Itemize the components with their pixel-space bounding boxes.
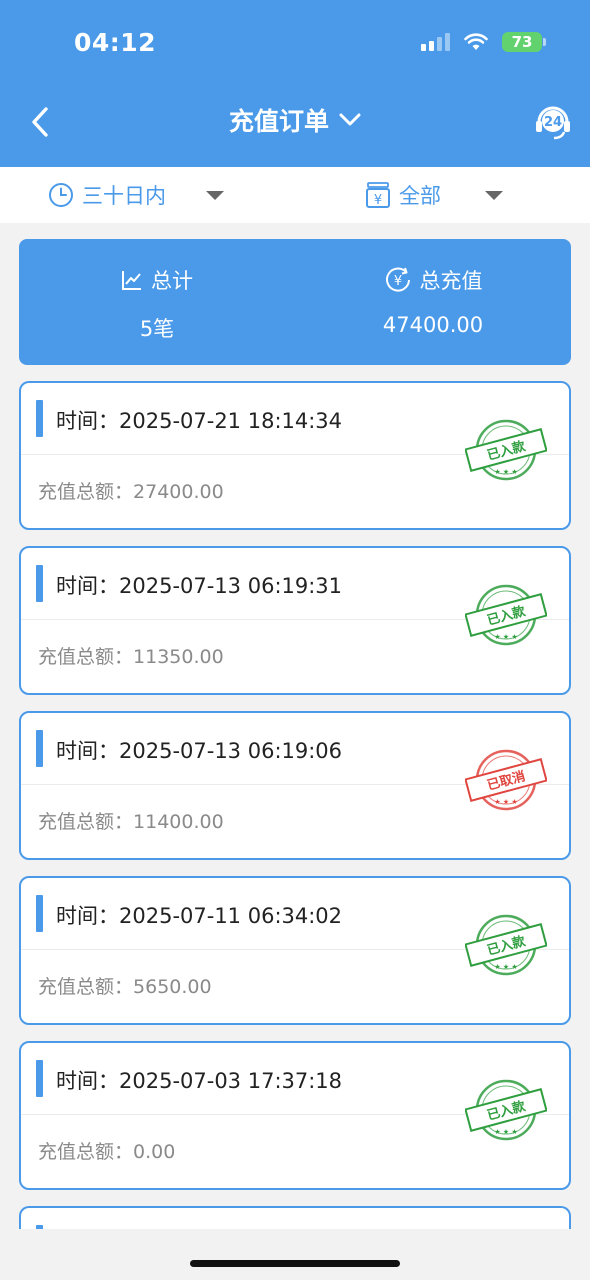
svg-text:★ ★ ★: ★ ★ ★ xyxy=(494,468,517,476)
summary-count: 总计 5笔 xyxy=(19,239,295,365)
type-filter[interactable]: ¥ 全部 xyxy=(365,167,503,223)
status-stamp: 已入款★ ★ ★ xyxy=(465,1079,547,1141)
order-time-row: 时间：2025-07-11 06:34:02 xyxy=(56,900,342,930)
svg-text:24: 24 xyxy=(544,115,562,130)
time-label: 时间： xyxy=(56,904,119,928)
chevron-down-icon xyxy=(339,113,361,126)
card-accent-bar xyxy=(36,565,43,602)
order-amount: 0.00 xyxy=(133,1141,176,1163)
headset-24-icon[interactable]: 24 xyxy=(532,100,574,142)
order-amount: 11400.00 xyxy=(133,811,224,833)
svg-text:¥: ¥ xyxy=(374,193,382,208)
status-stamp: 已取消★ ★ ★ xyxy=(465,749,547,811)
status-icons: 73 xyxy=(421,32,546,52)
clock-icon xyxy=(49,183,73,207)
summary-total: ¥ 总充值 47400.00 xyxy=(295,239,571,365)
status-stamp: 已入款★ ★ ★ xyxy=(465,584,547,646)
svg-text:★ ★ ★: ★ ★ ★ xyxy=(494,1128,517,1136)
caret-down-icon xyxy=(485,190,503,200)
order-amount-row: 充值总额：0.00 xyxy=(38,1137,175,1164)
order-time: 2025-07-03 17:37:18 xyxy=(119,1069,343,1093)
summary-card: 总计 5笔 ¥ 总充值 47400.00 xyxy=(19,239,571,365)
svg-text:★ ★ ★: ★ ★ ★ xyxy=(494,633,517,641)
order-time-row: 时间：2025-07-13 06:19:06 xyxy=(56,735,342,765)
order-card[interactable]: 时间：2025-07-11 06:34:02 充值总额：5650.00 已入款 ★ ★… xyxy=(19,876,571,1025)
back-button[interactable] xyxy=(22,102,58,142)
signal-icon xyxy=(421,33,450,51)
order-amount: 11350.00 xyxy=(133,646,224,668)
order-time-row: 时间：2025-07-21 18:14:34 xyxy=(56,405,342,435)
amount-label: 充值总额： xyxy=(38,811,134,833)
count-value: 5笔 xyxy=(139,317,175,341)
amount-label: 充值总额： xyxy=(38,1141,134,1163)
order-amount-row: 充值总额：5650.00 xyxy=(38,972,212,999)
card-accent-bar xyxy=(36,1225,43,1229)
time-label: 时间： xyxy=(56,574,119,598)
status-stamp: 已入款★ ★ ★ xyxy=(465,914,547,976)
order-card[interactable]: 时间：2025-07-21 18:14:34 充值总额：27400.00 已入款 ★ … xyxy=(19,381,571,530)
yen-wallet-icon: ¥ xyxy=(366,182,390,208)
order-amount: 27400.00 xyxy=(133,481,224,503)
filter-bar: 三十日内 ¥ 全部 xyxy=(0,167,590,223)
order-time: 2025-07-11 06:34:02 xyxy=(119,904,343,928)
order-amount-row: 充值总额：27400.00 xyxy=(38,477,224,504)
order-card[interactable]: 时间：2025-07-13 06:19:06 充值总额：11400.00 已取消 ★ … xyxy=(19,711,571,860)
type-label: 全部 xyxy=(399,184,441,208)
order-list[interactable]: 时间：2025-07-21 18:14:34 充值总额：27400.00 已入款 ★ … xyxy=(19,381,571,1229)
battery-icon: 73 xyxy=(502,32,546,52)
status-stamp: 已入款★ ★ ★ xyxy=(465,419,547,481)
svg-text:¥: ¥ xyxy=(393,274,401,289)
order-time: 2025-07-13 06:19:31 xyxy=(119,574,343,598)
caret-down-icon xyxy=(206,190,224,200)
card-accent-bar xyxy=(36,1060,43,1097)
date-range-filter[interactable]: 三十日内 xyxy=(48,167,224,223)
card-accent-bar xyxy=(36,895,43,932)
order-time-row: 时间：2025-07-03 17:37:18 xyxy=(56,1065,342,1095)
amount-label: 充值总额： xyxy=(38,481,134,503)
svg-text:★ ★ ★: ★ ★ ★ xyxy=(494,963,517,971)
order-amount-row: 充值总额：11400.00 xyxy=(38,807,224,834)
yen-coin-icon: ¥ xyxy=(385,267,410,292)
chevron-left-icon xyxy=(32,107,48,137)
order-card[interactable]: 时间：2025-07-03 17:37:18 充值总额：0.00 已入款 ★ ★ ★ xyxy=(19,1041,571,1190)
amount-label: 充值总额： xyxy=(38,976,134,998)
total-value: 47400.00 xyxy=(382,313,484,337)
svg-text:★ ★ ★: ★ ★ ★ xyxy=(494,798,517,806)
time-label: 时间： xyxy=(56,739,119,763)
order-time: 2025-07-21 18:14:34 xyxy=(119,409,343,433)
title-dropdown[interactable]: 充值订单 xyxy=(229,102,361,138)
date-range-label: 三十日内 xyxy=(82,184,166,208)
order-card[interactable]: 时间：2025-07-13 06:19:31 充值总额：11350.00 已入款 ★ … xyxy=(19,546,571,695)
line-chart-icon xyxy=(122,271,141,290)
page-title: 充值订单 xyxy=(228,107,329,136)
wifi-icon xyxy=(464,33,488,50)
order-time-row: 时间：2025-07-13 06:19:31 xyxy=(56,570,342,600)
time-label: 时间： xyxy=(56,1069,119,1093)
order-time: 2025-07-13 06:19:06 xyxy=(119,739,343,763)
time-label: 时间： xyxy=(56,409,119,433)
count-label: 总计 xyxy=(151,269,193,293)
card-accent-bar xyxy=(36,400,43,437)
order-amount-row: 充值总额：11350.00 xyxy=(38,642,224,669)
order-amount: 5650.00 xyxy=(133,976,212,998)
app-header: 04:12 73 充值订单 24 xyxy=(0,0,590,167)
total-label: 总充值 xyxy=(419,269,483,293)
order-card[interactable] xyxy=(19,1206,571,1229)
amount-label: 充值总额： xyxy=(38,646,134,668)
status-time: 04:12 xyxy=(74,28,157,57)
home-indicator xyxy=(190,1260,400,1267)
card-accent-bar xyxy=(36,730,43,767)
